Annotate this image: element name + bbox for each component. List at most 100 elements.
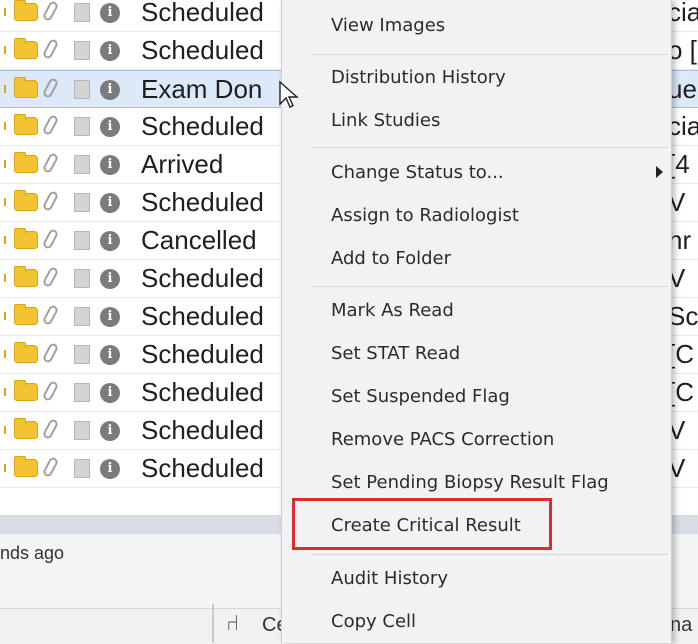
note-icon[interactable]: [74, 155, 90, 174]
folder-icon[interactable]: [14, 114, 38, 135]
menu-separator: [312, 554, 668, 555]
info-icon[interactable]: i: [100, 421, 120, 441]
row-marker: [4, 198, 6, 206]
row-status: Scheduled: [141, 263, 264, 293]
folder-icon[interactable]: [14, 456, 38, 477]
paperclip-icon[interactable]: [41, 38, 60, 60]
note-icon[interactable]: [74, 459, 90, 478]
paperclip-icon[interactable]: [41, 456, 60, 478]
row-marker: [4, 85, 6, 93]
row-marker: [4, 160, 6, 168]
info-icon[interactable]: i: [100, 307, 120, 327]
menu-item-add-to-folder[interactable]: Add to Folder: [331, 248, 451, 269]
row-status: Arrived: [141, 149, 224, 179]
row-marker: [4, 46, 6, 54]
folder-icon[interactable]: [14, 380, 38, 401]
note-icon[interactable]: [74, 345, 90, 364]
note-icon[interactable]: [74, 80, 90, 99]
row-marker: [4, 426, 6, 434]
folder-icon[interactable]: [14, 77, 38, 98]
row-patient: cia: [668, 0, 698, 27]
row-status: Scheduled: [141, 35, 264, 65]
folder-icon[interactable]: [14, 190, 38, 211]
row-marker: [4, 236, 6, 244]
folder-icon[interactable]: [14, 418, 38, 439]
row-status: Scheduled: [141, 301, 264, 331]
paperclip-icon[interactable]: [41, 0, 60, 22]
menu-item-view-images[interactable]: View Images: [331, 15, 445, 36]
note-icon[interactable]: [74, 41, 90, 60]
info-icon[interactable]: i: [100, 269, 120, 289]
row-marker: [4, 122, 6, 130]
note-icon[interactable]: [74, 231, 90, 250]
menu-item-set-stat-read[interactable]: Set STAT Read: [331, 343, 460, 364]
note-icon[interactable]: [74, 117, 90, 136]
info-icon[interactable]: i: [100, 80, 120, 100]
menu-item-assign-to-radiologist[interactable]: Assign to Radiologist: [331, 205, 519, 226]
info-icon[interactable]: i: [100, 3, 120, 23]
paperclip-icon[interactable]: [41, 190, 60, 212]
menu-item-link-studies[interactable]: Link Studies: [331, 110, 440, 131]
paperclip-icon[interactable]: [41, 77, 60, 99]
menu-item-set-pending-biopsy-flag[interactable]: Set Pending Biopsy Result Flag: [331, 472, 609, 493]
folder-icon[interactable]: [14, 304, 38, 325]
row-patient: o [: [668, 35, 697, 65]
row-status: Cancelled: [141, 225, 257, 255]
info-icon[interactable]: i: [100, 41, 120, 61]
row-patient: Sc: [668, 301, 698, 331]
info-icon[interactable]: i: [100, 345, 120, 365]
note-icon[interactable]: [74, 383, 90, 402]
folder-icon[interactable]: [14, 228, 38, 249]
folder-icon[interactable]: [14, 266, 38, 287]
last-updated-text: nds ago: [0, 543, 65, 563]
menu-item-audit-history[interactable]: Audit History: [331, 568, 448, 589]
menu-item-set-suspended-flag[interactable]: Set Suspended Flag: [331, 386, 510, 407]
paperclip-icon[interactable]: [41, 418, 60, 440]
row-status: Scheduled: [141, 111, 264, 141]
menu-item-copy-cell[interactable]: Copy Cell: [331, 611, 416, 632]
menu-separator: [312, 54, 668, 55]
folder-icon[interactable]: [14, 152, 38, 173]
menu-item-distribution-history[interactable]: Distribution History: [331, 67, 506, 88]
note-icon[interactable]: [74, 269, 90, 288]
paperclip-icon[interactable]: [41, 304, 60, 326]
note-icon[interactable]: [74, 193, 90, 212]
menu-item-mark-as-read[interactable]: Mark As Read: [331, 300, 454, 321]
paperclip-icon[interactable]: [41, 114, 60, 136]
row-marker: [4, 350, 6, 358]
info-icon[interactable]: i: [100, 231, 120, 251]
paperclip-icon[interactable]: [41, 342, 60, 364]
folder-icon[interactable]: [14, 38, 38, 59]
paperclip-icon[interactable]: [41, 152, 60, 174]
info-icon[interactable]: i: [100, 383, 120, 403]
chair-icon[interactable]: ⑁: [226, 612, 246, 636]
info-icon[interactable]: i: [100, 117, 120, 137]
toolbar-divider: [212, 604, 214, 643]
paperclip-icon[interactable]: [41, 380, 60, 402]
row-status: Scheduled: [141, 0, 264, 27]
folder-icon[interactable]: [14, 0, 38, 21]
row-status: Scheduled: [141, 415, 264, 445]
folder-icon[interactable]: [14, 342, 38, 363]
info-icon[interactable]: i: [100, 459, 120, 479]
note-icon[interactable]: [74, 307, 90, 326]
menu-item-change-status[interactable]: Change Status to...: [331, 162, 504, 183]
paperclip-icon[interactable]: [41, 228, 60, 250]
row-marker: [4, 388, 6, 396]
note-icon[interactable]: [74, 421, 90, 440]
row-marker: [4, 8, 6, 16]
toolbar-item-label-right[interactable]: na: [670, 614, 692, 637]
note-icon[interactable]: [74, 3, 90, 22]
menu-separator: [312, 286, 668, 287]
menu-item-remove-pacs-correction[interactable]: Remove PACS Correction: [331, 429, 554, 450]
row-status: Exam Don: [141, 74, 263, 104]
row-status: Scheduled: [141, 187, 264, 217]
row-patient: cia: [668, 111, 698, 141]
paperclip-icon[interactable]: [41, 266, 60, 288]
mouse-cursor-icon: [279, 80, 299, 108]
info-icon[interactable]: i: [100, 155, 120, 175]
row-marker: [4, 274, 6, 282]
submenu-arrow-icon: [656, 166, 663, 178]
row-patient: ue: [668, 74, 697, 104]
info-icon[interactable]: i: [100, 193, 120, 213]
